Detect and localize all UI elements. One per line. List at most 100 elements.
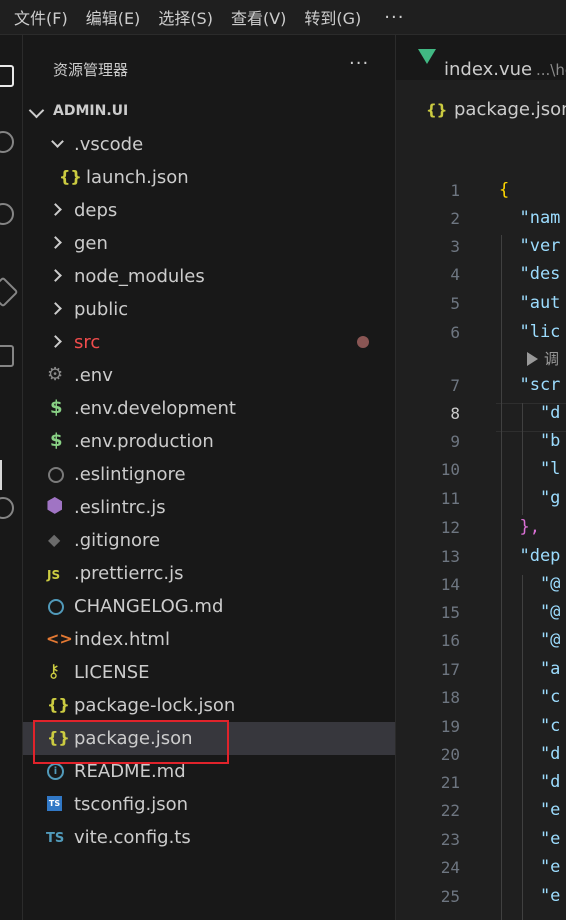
line-number: 12 bbox=[440, 518, 460, 537]
tree-item-label: .eslintrc.js bbox=[74, 497, 166, 518]
tree-item-label: src bbox=[74, 332, 101, 353]
tree-item-label: .gitignore bbox=[74, 530, 161, 551]
tree-item-tsconfig[interactable]: TS tsconfig.json bbox=[23, 788, 395, 821]
code-line: "d bbox=[499, 772, 561, 792]
tree-item-label: LICENSE bbox=[74, 662, 150, 683]
search-icon[interactable] bbox=[0, 131, 14, 153]
explorer-title: 资源管理器 bbox=[53, 61, 129, 79]
line-number: 17 bbox=[440, 660, 460, 679]
vue-icon bbox=[418, 49, 436, 64]
remote-explorer-icon[interactable] bbox=[0, 497, 14, 519]
tree-item-public[interactable]: public bbox=[23, 293, 395, 326]
line-number: 19 bbox=[440, 717, 460, 736]
tree-item-index-html[interactable]: <> index.html bbox=[23, 623, 395, 656]
tree-item-package-lock[interactable]: {} package-lock.json bbox=[23, 689, 395, 722]
tree-item-label: README.md bbox=[74, 761, 186, 782]
tree-item-eslintrc[interactable]: ⬢ .eslintrc.js bbox=[23, 491, 395, 524]
source-control-icon[interactable] bbox=[0, 203, 14, 225]
tree-item-launch-json[interactable]: {} launch.json bbox=[23, 161, 395, 194]
tree-item-env[interactable]: ⚙ .env bbox=[23, 359, 395, 392]
debug-codelens[interactable]: 调 bbox=[527, 348, 559, 369]
tree-item-label: gen bbox=[74, 233, 108, 254]
code-line: "des bbox=[499, 264, 561, 284]
chevron-down-icon bbox=[51, 135, 64, 148]
explorer-icon[interactable] bbox=[0, 65, 14, 87]
activity-bar bbox=[0, 35, 23, 920]
line-number: 25 bbox=[440, 887, 460, 906]
code-line: "@ bbox=[499, 630, 561, 650]
tree-item-gitignore[interactable]: ◆ .gitignore bbox=[23, 524, 395, 557]
tree-item-label: launch.json bbox=[86, 167, 189, 188]
chevron-right-icon bbox=[49, 269, 62, 282]
menu-more-button[interactable]: ··· bbox=[384, 7, 404, 28]
line-number: 21 bbox=[440, 773, 460, 792]
line-number: 24 bbox=[440, 858, 460, 877]
line-number: 5 bbox=[450, 294, 460, 313]
code-line: "c bbox=[499, 687, 561, 707]
menu-file[interactable]: 文件(F) bbox=[14, 5, 68, 29]
code-line: "e bbox=[499, 800, 561, 820]
tree-item-gen[interactable]: gen bbox=[23, 227, 395, 260]
code-line: "@ bbox=[499, 574, 561, 594]
tree-item-label: CHANGELOG.md bbox=[74, 596, 224, 617]
tree-item-prettierrc[interactable]: JS .prettierrc.js bbox=[23, 557, 395, 590]
json-braces-icon: {} bbox=[47, 695, 70, 714]
menu-edit[interactable]: 编辑(E) bbox=[86, 5, 141, 29]
code-line: "e bbox=[499, 829, 561, 849]
extensions-icon[interactable] bbox=[0, 345, 14, 367]
menu-selection[interactable]: 选择(S) bbox=[158, 5, 213, 29]
play-icon bbox=[527, 352, 538, 366]
code-line: "d bbox=[499, 744, 561, 764]
tree-item-label: .env bbox=[74, 365, 113, 386]
tree-item-label: tsconfig.json bbox=[74, 794, 189, 815]
code-line: "@ bbox=[499, 602, 561, 622]
gear-icon: ⚙ bbox=[47, 364, 64, 385]
line-number: 14 bbox=[440, 575, 460, 594]
tree-item-vscode[interactable]: .vscode bbox=[23, 128, 395, 161]
line-number: 13 bbox=[440, 547, 460, 566]
tree-item-label: package-lock.json bbox=[74, 695, 236, 716]
tree-item-vite-config[interactable]: TS vite.config.ts bbox=[23, 821, 395, 854]
tree-item-node-modules[interactable]: node_modules bbox=[23, 260, 395, 293]
code-line: "nam bbox=[499, 208, 561, 228]
tree-item-label: .eslintignore bbox=[74, 464, 186, 485]
code-line: "aut bbox=[499, 293, 561, 313]
tree-item-eslintignore[interactable]: .eslintignore bbox=[23, 458, 395, 491]
ts-icon: TS bbox=[46, 831, 65, 846]
tree-item-env-development[interactable]: $ .env.development bbox=[23, 392, 395, 425]
tree-item-env-production[interactable]: $ .env.production bbox=[23, 425, 395, 458]
chevron-right-icon bbox=[49, 335, 62, 348]
menu-goto[interactable]: 转到(G) bbox=[304, 5, 361, 29]
tree-item-changelog[interactable]: CHANGELOG.md bbox=[23, 590, 395, 623]
tree-item-deps[interactable]: deps bbox=[23, 194, 395, 227]
editor-tab-bar: index.vue ...\he bbox=[396, 35, 566, 80]
code-line: "e bbox=[499, 857, 561, 877]
json-braces-icon: {} bbox=[59, 167, 82, 186]
code-line: "e bbox=[499, 886, 561, 906]
code-line: "dep bbox=[499, 546, 561, 566]
explorer-more-button[interactable]: ··· bbox=[349, 53, 369, 74]
line-number: 15 bbox=[440, 603, 460, 622]
eslint-hex-icon: ⬢ bbox=[46, 493, 64, 517]
circle-icon bbox=[48, 467, 64, 483]
tab-index-vue[interactable]: index.vue ...\he bbox=[396, 35, 566, 80]
tree-item-license[interactable]: ⚷ LICENSE bbox=[23, 656, 395, 689]
breadcrumb: {} package.json bbox=[396, 80, 566, 120]
chevron-right-icon bbox=[49, 302, 62, 315]
code-line: "scr bbox=[499, 375, 561, 395]
line-number: 23 bbox=[440, 830, 460, 849]
line-number: 10 bbox=[440, 460, 460, 479]
code-line: "d bbox=[499, 403, 561, 423]
menu-view[interactable]: 查看(V) bbox=[231, 5, 286, 29]
code-line: "b bbox=[499, 431, 561, 451]
line-number: 11 bbox=[440, 489, 460, 508]
tree-item-src[interactable]: src bbox=[23, 326, 395, 359]
run-debug-icon[interactable] bbox=[0, 276, 19, 308]
breadcrumb-file[interactable]: package.json bbox=[454, 99, 566, 120]
line-number: 22 bbox=[440, 801, 460, 820]
editor-area: index.vue ...\he {} package.json 调 12345… bbox=[396, 35, 566, 920]
dollar-icon: $ bbox=[50, 397, 63, 418]
json-braces-icon: {} bbox=[426, 101, 448, 119]
line-number: 16 bbox=[440, 631, 460, 650]
line-number: 4 bbox=[450, 265, 460, 284]
